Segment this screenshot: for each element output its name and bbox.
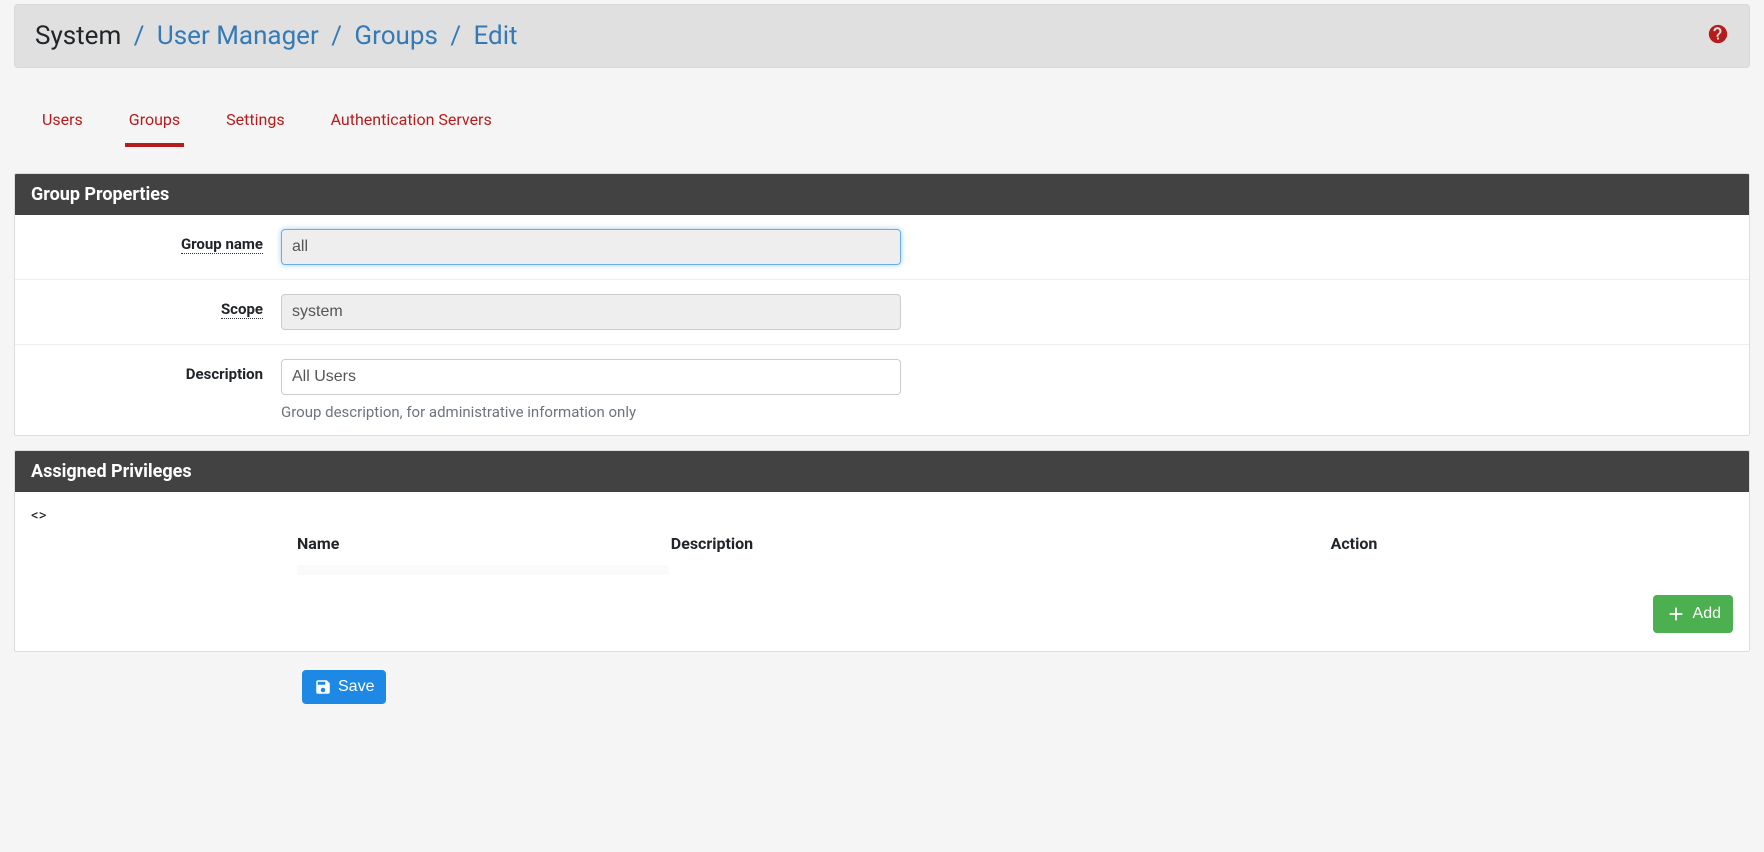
breadcrumb-user-manager[interactable]: User Manager: [157, 21, 319, 51]
scope-input[interactable]: [281, 294, 901, 330]
breadcrumb: System / User Manager / Groups / Edit: [35, 21, 518, 51]
breadcrumb-root: System: [35, 21, 121, 51]
tab-users[interactable]: Users: [38, 102, 87, 147]
tab-bar: Users Groups Settings Authentication Ser…: [14, 78, 1750, 147]
save-button-label: Save: [338, 678, 374, 696]
label-group-name: Group name: [181, 235, 263, 254]
save-icon: [314, 678, 332, 696]
privileges-col-action: Action: [1331, 526, 1731, 563]
breadcrumb-separator: /: [450, 21, 461, 51]
tab-settings[interactable]: Settings: [222, 102, 288, 147]
group-properties-panel: Group Properties Group name Scope Descri…: [14, 173, 1750, 436]
assigned-privileges-panel: Assigned Privileges <> Name Description …: [14, 450, 1750, 652]
description-input[interactable]: [281, 359, 901, 395]
group-name-input[interactable]: [281, 229, 901, 265]
description-help-text: Group description, for administrative in…: [281, 403, 901, 421]
row-scope: Scope: [15, 280, 1749, 345]
breadcrumb-separator: /: [331, 21, 342, 51]
breadcrumb-bar: System / User Manager / Groups / Edit: [14, 4, 1750, 68]
breadcrumb-separator: /: [134, 21, 145, 51]
label-scope: Scope: [221, 300, 263, 319]
privileges-col-name: Name: [297, 526, 669, 563]
row-description: Description Group description, for admin…: [15, 345, 1749, 435]
save-button[interactable]: Save: [302, 670, 386, 704]
plus-icon: [1665, 603, 1687, 625]
panel-heading-assigned-privileges: Assigned Privileges: [15, 451, 1749, 492]
tab-groups[interactable]: Groups: [125, 102, 184, 147]
add-button-label: Add: [1693, 605, 1721, 623]
help-icon[interactable]: [1707, 23, 1729, 50]
breadcrumb-edit[interactable]: Edit: [474, 21, 518, 51]
breadcrumb-groups[interactable]: Groups: [354, 21, 437, 51]
panel-heading-group-properties: Group Properties: [15, 174, 1749, 215]
add-button[interactable]: Add: [1653, 595, 1733, 633]
row-group-name: Group name: [15, 215, 1749, 280]
label-description: Description: [186, 365, 263, 383]
privileges-table: Name Description Action: [295, 524, 1733, 577]
privileges-col-description: Description: [671, 526, 1329, 563]
tab-authentication-servers[interactable]: Authentication Servers: [327, 102, 496, 147]
